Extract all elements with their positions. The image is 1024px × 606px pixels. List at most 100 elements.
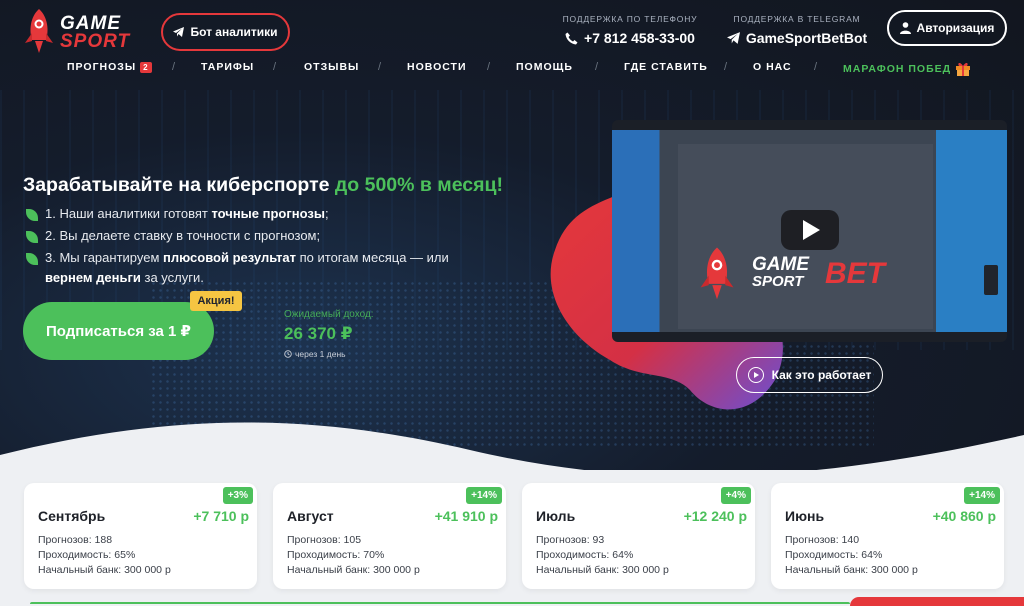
nav-label: ГДЕ СТАВИТЬ bbox=[624, 61, 708, 73]
bullet-bold: плюсовой результат bbox=[163, 250, 297, 265]
month-profit: +12 240 р bbox=[683, 508, 747, 524]
growth-badge: +3% bbox=[222, 487, 253, 504]
telegram-icon bbox=[726, 32, 740, 44]
pass-rate: Проходимость: 64% bbox=[785, 549, 883, 561]
bottom-red-element bbox=[850, 597, 1024, 606]
forecasts-count: Прогнозов: 188 bbox=[38, 534, 113, 546]
wave-divider bbox=[0, 422, 1024, 470]
telegram-support-label: ПОДДЕРЖКА В TELEGRAM bbox=[733, 14, 861, 24]
list-item: 3. Мы гарантируем плюсовой результат по … bbox=[26, 248, 476, 288]
video-brand-sport: SPORT bbox=[752, 273, 804, 290]
pass-rate: Проходимость: 70% bbox=[287, 549, 385, 561]
bullet-text: за услуги. bbox=[140, 270, 204, 285]
bot-analytics-label: Бот аналитики bbox=[190, 25, 278, 39]
door-lock bbox=[984, 265, 998, 295]
month-name: Август bbox=[287, 508, 334, 524]
nav-item-reviews[interactable]: ОТЗЫВЫ bbox=[304, 61, 359, 73]
telegram-support: ПОДДЕРЖКА В TELEGRAM GameSportBetBot bbox=[722, 14, 872, 46]
phone-support-label: ПОДДЕРЖКА ПО ТЕЛЕФОНУ bbox=[562, 14, 698, 24]
headline-main: Зарабатывайте на киберспорте bbox=[23, 174, 335, 196]
clock-icon bbox=[284, 350, 292, 358]
leaf-icon bbox=[26, 253, 38, 265]
phone-link[interactable]: +7 812 458-33-00 bbox=[560, 30, 700, 46]
forecasts-count-badge: 2 bbox=[140, 61, 152, 73]
month-card: +14% Август +41 910 р Прогнозов: 105 Про… bbox=[273, 483, 506, 589]
month-stats: Прогнозов: 188 Проходимость: 65% Начальн… bbox=[38, 533, 171, 578]
growth-badge: +14% bbox=[964, 487, 1000, 504]
subscribe-button[interactable]: Подписаться за 1 ₽ bbox=[23, 302, 214, 360]
nav-label: О НАС bbox=[753, 61, 792, 73]
nav-label: НОВОСТИ bbox=[407, 61, 467, 73]
logo-wordmark: GAME SPORT bbox=[60, 14, 131, 52]
income-value: 26 370 ₽ bbox=[284, 324, 353, 343]
nav-item-tariffs[interactable]: ТАРИФЫ bbox=[201, 61, 254, 73]
bullet-bold: точные прогнозы bbox=[211, 206, 325, 221]
expected-income: Ожидаемый доход: 26 370 ₽ через 1 день bbox=[284, 309, 374, 359]
list-item: 1. Наши аналитики готовят точные прогноз… bbox=[26, 204, 476, 224]
headline-accent: до 500% в месяц! bbox=[334, 174, 504, 196]
bot-analytics-button[interactable]: Бот аналитики bbox=[161, 13, 290, 51]
leaf-icon bbox=[26, 209, 38, 221]
main-nav: ПРОГНОЗЫ 2 / ТАРИФЫ / ОТЗЫВЫ / НОВОСТИ /… bbox=[0, 59, 1024, 79]
nav-item-marathon[interactable]: МАРАФОН ПОБЕД bbox=[843, 61, 971, 76]
month-stats: Прогнозов: 105 Проходимость: 70% Начальн… bbox=[287, 533, 420, 578]
nav-separator: / bbox=[273, 61, 277, 73]
hero-headline: Зарабатывайте на киберспорте до 500% в м… bbox=[23, 174, 503, 197]
nav-item-forecasts[interactable]: ПРОГНОЗЫ 2 bbox=[67, 61, 152, 73]
nav-item-about[interactable]: О НАС bbox=[753, 61, 792, 73]
nav-label: МАРАФОН ПОБЕД bbox=[843, 62, 952, 75]
user-icon bbox=[899, 22, 911, 34]
nav-item-news[interactable]: НОВОСТИ bbox=[407, 61, 467, 73]
rocket-icon bbox=[700, 247, 734, 300]
month-card: +4% Июль +12 240 р Прогнозов: 93 Проходи… bbox=[522, 483, 755, 589]
month-name: Июнь bbox=[785, 508, 825, 524]
nav-separator: / bbox=[378, 61, 382, 73]
logo[interactable]: GAME SPORT bbox=[22, 7, 142, 57]
income-note: через 1 день bbox=[284, 349, 374, 359]
nav-label: ОТЗЫВЫ bbox=[304, 61, 360, 73]
promo-badge: Акция! bbox=[190, 291, 242, 311]
phone-number: +7 812 458-33-00 bbox=[584, 30, 695, 46]
rocket-icon bbox=[25, 9, 53, 53]
growth-badge: +14% bbox=[466, 487, 502, 504]
month-name: Сентябрь bbox=[38, 508, 106, 524]
play-icon[interactable] bbox=[781, 210, 839, 250]
phone-support: ПОДДЕРЖКА ПО ТЕЛЕФОНУ +7 812 458-33-00 bbox=[560, 14, 700, 46]
forecasts-count: Прогнозов: 140 bbox=[785, 534, 860, 546]
leaf-icon bbox=[26, 231, 38, 243]
nav-separator: / bbox=[724, 61, 728, 73]
nav-item-where-to-bet[interactable]: ГДЕ СТАВИТЬ bbox=[624, 61, 708, 73]
promo-video[interactable]: GAME SPORT BET bbox=[612, 120, 1007, 342]
telegram-link[interactable]: GameSportBetBot bbox=[722, 30, 872, 46]
month-stats: Прогнозов: 93 Проходимость: 64% Начальны… bbox=[536, 533, 669, 578]
starting-bank: Начальный банк: 300 000 р bbox=[785, 564, 918, 576]
month-card: +14% Июнь +40 860 р Прогнозов: 140 Прохо… bbox=[771, 483, 1004, 589]
nav-separator: / bbox=[814, 61, 818, 73]
bottom-green-border bbox=[30, 602, 850, 606]
starting-bank: Начальный банк: 300 000 р bbox=[38, 564, 171, 576]
growth-badge: +4% bbox=[720, 487, 751, 504]
login-button[interactable]: Авторизация bbox=[887, 10, 1007, 46]
month-card: +3% Сентябрь +7 710 р Прогнозов: 188 Про… bbox=[24, 483, 257, 589]
nav-label: ТАРИФЫ bbox=[201, 61, 255, 73]
income-note-text: через 1 день bbox=[295, 349, 346, 359]
bullet-text: 1. Наши аналитики готовят bbox=[45, 206, 212, 221]
video-brand-bet: BET bbox=[825, 257, 885, 290]
month-profit: +40 860 р bbox=[932, 508, 996, 524]
login-label: Авторизация bbox=[916, 21, 995, 35]
forecasts-count: Прогнозов: 93 bbox=[536, 534, 605, 546]
logo-line2: SPORT bbox=[60, 31, 131, 52]
nav-item-help[interactable]: ПОМОЩЬ bbox=[516, 61, 573, 73]
phone-icon bbox=[565, 32, 578, 44]
bullet-text: 3. Мы гарантируем bbox=[45, 250, 163, 265]
nav-label: ПРОГНОЗЫ bbox=[67, 61, 137, 73]
month-profit: +7 710 р bbox=[193, 508, 249, 524]
gift-icon bbox=[956, 62, 971, 76]
pass-rate: Проходимость: 65% bbox=[38, 549, 136, 561]
bullet-text: 2. Вы делаете ставку в точности с прогно… bbox=[45, 228, 321, 243]
starting-bank: Начальный банк: 300 000 р bbox=[536, 564, 669, 576]
forecasts-count: Прогнозов: 105 bbox=[287, 534, 362, 546]
benefits-list: 1. Наши аналитики готовят точные прогноз… bbox=[26, 204, 476, 290]
pass-rate: Проходимость: 64% bbox=[536, 549, 634, 561]
list-item: 2. Вы делаете ставку в точности с прогно… bbox=[26, 226, 476, 246]
